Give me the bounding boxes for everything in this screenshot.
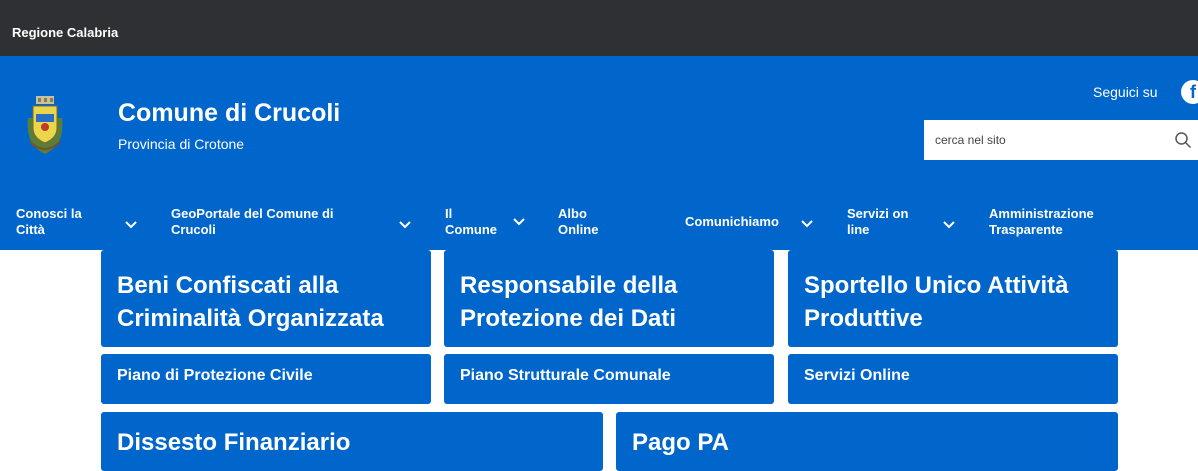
nav-il-comune[interactable]: Il Comune [445, 206, 497, 238]
chevron-down-icon[interactable] [124, 219, 138, 229]
tile-piano-strutturale-comunale[interactable]: Piano Strutturale Comunale [444, 354, 774, 404]
nav-geoportale[interactable]: GeoPortale del Comune di Crucoli [171, 206, 334, 238]
chevron-down-icon[interactable] [398, 219, 412, 229]
chevron-down-icon[interactable] [942, 219, 956, 229]
nav-comunichiamo[interactable]: Comunichiamo [685, 214, 779, 230]
search-icon[interactable] [1174, 131, 1192, 149]
nav-conosci-la-citta[interactable]: Conosci la Città [16, 206, 82, 238]
chevron-down-icon[interactable] [512, 216, 526, 226]
tile-piano-protezione-civile[interactable]: Piano di Protezione Civile [101, 354, 431, 404]
search-box [924, 120, 1198, 160]
tile-beni-confiscati[interactable]: Beni Confiscati alla Criminalità Organiz… [101, 250, 431, 347]
region-link[interactable]: Regione Calabria [12, 25, 118, 40]
tile-sportello-unico[interactable]: Sportello Unico Attività Produttive [788, 250, 1118, 347]
nav-servizi-on-line[interactable]: Servizi on line [847, 206, 908, 238]
site-subtitle: Provincia di Crotone [118, 136, 245, 152]
tile-pago-pa[interactable]: Pago PA [616, 412, 1118, 471]
chevron-down-icon[interactable] [800, 218, 814, 228]
tile-dissesto-finanziario[interactable]: Dissesto Finanziario [101, 412, 603, 471]
tile-servizi-online[interactable]: Servizi Online [788, 354, 1118, 404]
top-bar: Regione Calabria [0, 0, 1198, 56]
search-input[interactable] [924, 120, 1164, 160]
site-header: Comune di Crucoli Provincia di Crotone S… [0, 56, 1198, 250]
nav-albo-online[interactable]: Albo Online [558, 206, 598, 238]
follow-label: Seguici su [1093, 84, 1158, 100]
facebook-icon[interactable]: f [1181, 80, 1198, 104]
nav-amministrazione-trasparente[interactable]: Amministrazione Trasparente [989, 206, 1094, 238]
coat-of-arms-icon[interactable] [22, 96, 68, 156]
site-title[interactable]: Comune di Crucoli [118, 99, 340, 128]
tile-responsabile-protezione-dati[interactable]: Responsabile della Protezione dei Dati [444, 250, 774, 347]
